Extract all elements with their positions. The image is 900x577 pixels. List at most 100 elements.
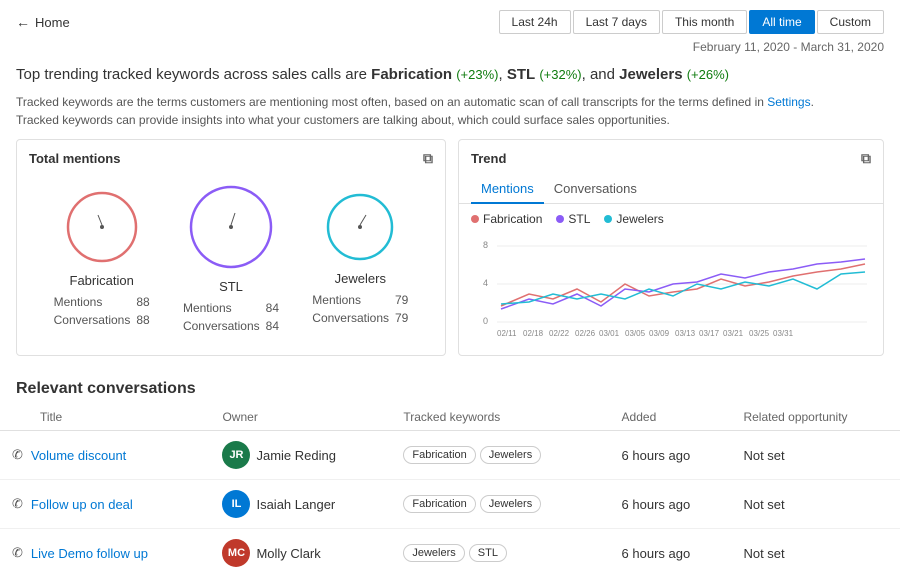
owner-avatar: MC bbox=[222, 539, 250, 567]
svg-text:03/21: 03/21 bbox=[723, 329, 744, 338]
stl-circle-item: STL Mentions 84 Conversations 84 bbox=[181, 181, 281, 336]
kw1-change: (+23%) bbox=[456, 67, 498, 82]
keyword-tag: Fabrication bbox=[403, 495, 475, 513]
svg-text:02/18: 02/18 bbox=[523, 329, 544, 338]
owner-name: Isaiah Langer bbox=[256, 497, 335, 512]
filter-thismonth[interactable]: This month bbox=[662, 10, 747, 34]
jewelers-stats: Mentions 79 Conversations 79 bbox=[310, 290, 410, 328]
trend-copy-icon[interactable]: ⧉ bbox=[861, 150, 871, 167]
headline: Top trending tracked keywords across sal… bbox=[0, 58, 900, 89]
legend-fabrication-label: Fabrication bbox=[483, 212, 542, 226]
keyword3: Jewelers bbox=[619, 66, 682, 83]
fabrication-mentions-value: 88 bbox=[136, 294, 149, 310]
jewelers-conversations-value: 79 bbox=[395, 310, 408, 326]
owner-avatar: IL bbox=[222, 490, 250, 518]
legend-fabrication: Fabrication bbox=[471, 212, 542, 226]
stl-label: STL bbox=[219, 279, 243, 294]
conversations-table: Title Owner Tracked keywords Added Relat… bbox=[0, 404, 900, 577]
copy-icon[interactable]: ⧉ bbox=[423, 150, 433, 167]
stl-conversations-label: Conversations bbox=[183, 318, 264, 334]
col-opportunity: Related opportunity bbox=[731, 404, 900, 431]
legend-stl-dot bbox=[556, 215, 564, 223]
conv-opportunity-cell: Not set bbox=[731, 431, 900, 480]
desc-line2: Tracked keywords can provide insights in… bbox=[16, 111, 884, 129]
trend-title: Trend bbox=[471, 151, 506, 166]
svg-text:03/13: 03/13 bbox=[675, 329, 696, 338]
fabrication-conversations-label: Conversations bbox=[54, 312, 135, 328]
conv-keywords-cell: Fabrication Jewelers bbox=[391, 480, 609, 529]
svg-text:02/11: 02/11 bbox=[497, 329, 517, 338]
total-mentions-panel: Total mentions ⧉ Fabrication Mentions bbox=[16, 139, 446, 356]
conv-title[interactable]: Volume discount bbox=[31, 448, 126, 463]
stl-stats: Mentions 84 Conversations 84 bbox=[181, 298, 281, 336]
svg-text:8: 8 bbox=[483, 240, 488, 250]
conv-opportunity-cell: Not set bbox=[731, 529, 900, 577]
fabrication-circle-item: Fabrication Mentions 88 Conversations 88 bbox=[52, 187, 152, 330]
jewelers-label: Jewelers bbox=[335, 271, 386, 286]
svg-text:02/26: 02/26 bbox=[575, 329, 596, 338]
keyword1: Fabrication bbox=[371, 66, 452, 83]
svg-text:03/25: 03/25 bbox=[749, 329, 770, 338]
fabrication-mentions-label: Mentions bbox=[54, 294, 135, 310]
svg-text:03/17: 03/17 bbox=[699, 329, 720, 338]
svg-text:03/05: 03/05 bbox=[625, 329, 646, 338]
settings-link[interactable]: Settings bbox=[767, 95, 810, 109]
keyword-tag: Jewelers bbox=[480, 446, 541, 464]
owner-name: Jamie Reding bbox=[256, 448, 336, 463]
back-button[interactable]: ← Home bbox=[16, 14, 70, 30]
svg-text:4: 4 bbox=[483, 278, 488, 288]
main-panels: Total mentions ⧉ Fabrication Mentions bbox=[0, 139, 900, 368]
keyword-tag: Fabrication bbox=[403, 446, 475, 464]
jewelers-mentions-value: 79 bbox=[395, 292, 408, 308]
tab-mentions[interactable]: Mentions bbox=[471, 175, 544, 204]
owner-avatar: JR bbox=[222, 441, 250, 469]
time-filter-group: Last 24h Last 7 days This month All time… bbox=[499, 10, 884, 34]
filter-last24h[interactable]: Last 24h bbox=[499, 10, 571, 34]
stl-mentions-label: Mentions bbox=[183, 300, 264, 316]
conv-title[interactable]: Follow up on deal bbox=[31, 497, 133, 512]
tab-conversations[interactable]: Conversations bbox=[544, 175, 647, 204]
trend-tabs: Mentions Conversations bbox=[459, 175, 883, 204]
filter-alltime[interactable]: All time bbox=[749, 10, 814, 34]
keyword2: STL bbox=[507, 66, 535, 83]
legend-jewelers: Jewelers bbox=[604, 212, 663, 226]
trend-chart: 8 4 0 02/11 02/18 02/22 bbox=[471, 234, 871, 344]
filter-custom[interactable]: Custom bbox=[817, 10, 884, 34]
table-header-row: Title Owner Tracked keywords Added Relat… bbox=[0, 404, 900, 431]
total-mentions-title: Total mentions bbox=[29, 151, 120, 166]
conv-title-cell: ✆Volume discount bbox=[0, 431, 210, 480]
desc-line1: Tracked keywords are the terms customers… bbox=[16, 93, 884, 111]
header: ← Home Last 24h Last 7 days This month A… bbox=[0, 0, 900, 40]
sep1: , bbox=[498, 66, 506, 83]
col-title: Title bbox=[0, 404, 210, 431]
phone-icon: ✆ bbox=[12, 545, 23, 561]
table-row: ✆Volume discount JR Jamie Reding Fabricatio… bbox=[0, 431, 900, 480]
conv-owner-cell: MCMolly Clark bbox=[210, 529, 391, 577]
legend-fabrication-dot bbox=[471, 215, 479, 223]
keyword-tag: STL bbox=[469, 544, 507, 562]
conv-added-cell: 6 hours ago bbox=[610, 529, 732, 577]
jewelers-mentions-label: Mentions bbox=[312, 292, 393, 308]
kw3-change: (+26%) bbox=[687, 67, 729, 82]
svg-text:0: 0 bbox=[483, 316, 488, 326]
col-owner: Owner bbox=[210, 404, 391, 431]
filter-last7d[interactable]: Last 7 days bbox=[573, 10, 660, 34]
section-title: Relevant conversations bbox=[0, 368, 900, 404]
keyword-tag: Jewelers bbox=[480, 495, 541, 513]
back-arrow-icon: ← bbox=[16, 14, 30, 30]
circles-row: Fabrication Mentions 88 Conversations 88 bbox=[17, 173, 445, 340]
svg-text:03/31: 03/31 bbox=[773, 329, 794, 338]
conv-owner-cell: JR Jamie Reding bbox=[210, 431, 391, 480]
fabrication-conversations-value: 88 bbox=[136, 312, 149, 328]
sep2: , and bbox=[582, 66, 620, 83]
conv-title-cell: ✆Live Demo follow up bbox=[0, 529, 210, 577]
conv-owner-cell: IL Isaiah Langer bbox=[210, 480, 391, 529]
trend-legend: Fabrication STL Jewelers bbox=[459, 204, 883, 230]
trend-chart-area: 8 4 0 02/11 02/18 02/22 bbox=[459, 230, 883, 355]
jewelers-circle-item: Jewelers Mentions 79 Conversations 79 bbox=[310, 189, 410, 328]
col-keywords: Tracked keywords bbox=[391, 404, 609, 431]
svg-text:03/09: 03/09 bbox=[649, 329, 670, 338]
conv-added-cell: 6 hours ago bbox=[610, 480, 732, 529]
headline-prefix: Top trending tracked keywords across sal… bbox=[16, 66, 371, 83]
trend-header: Trend ⧉ bbox=[459, 140, 883, 173]
